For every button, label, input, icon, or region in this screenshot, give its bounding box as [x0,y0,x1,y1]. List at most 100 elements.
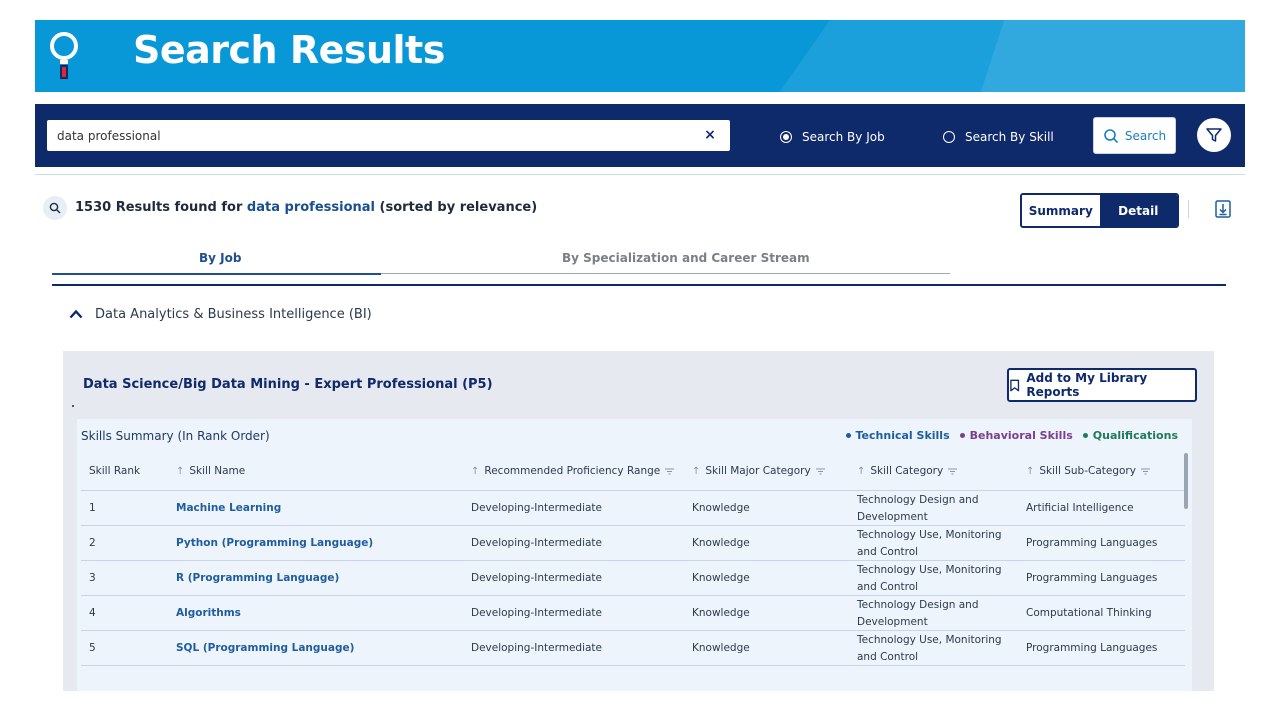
table-scrollbar[interactable] [1184,453,1188,509]
add-to-library-button[interactable]: Add to My Library Reports [1007,368,1197,402]
sort-arrow-icon[interactable]: ↑ [857,466,865,477]
search-by-job-label: Search By Job [802,130,885,144]
tab-by-specialization[interactable]: By Specialization and Career Stream [562,251,810,265]
header-proficiency[interactable]: ↑ Recommended Proficiency Range [471,465,681,477]
cell-skill-category: Technology Design and Development [857,493,979,523]
cell-skill-category: Technology Use, Monitoring and Control [857,563,1002,593]
search-by-skill-radio[interactable]: Search By Skill [943,130,1054,144]
bookmark-icon [1010,379,1020,391]
divider [1188,200,1189,218]
cell-rank: 3 [89,572,96,584]
table-row: 3 R (Programming Language) Developing-In… [81,561,1185,596]
sort-arrow-icon[interactable]: ↑ [1026,466,1034,477]
bulb-logo-icon [50,32,78,79]
results-query: data professional [246,200,375,215]
search-button-label: Search [1124,128,1167,143]
section-title: Data Analytics & Business Intelligence (… [95,306,372,322]
results-header: 1530 Results found for data professional… [43,193,1233,228]
cell-skill-name-link[interactable]: Machine Learning [176,491,456,526]
radio-icon[interactable] [780,131,792,143]
search-input-container: × [47,120,730,151]
cell-skill-name-link[interactable]: R (Programming Language) [176,561,456,596]
view-toggle: Summary Detail [1020,193,1179,228]
header-skill-name[interactable]: ↑ Skill Name [176,465,456,477]
tab-by-job[interactable]: By Job [199,251,241,265]
cell-proficiency: Developing-Intermediate [471,502,602,514]
download-icon[interactable] [1215,200,1231,218]
search-input[interactable] [57,120,677,151]
header-major-category[interactable]: ↑ Skill Major Category [692,465,852,477]
cell-skill-name-link[interactable]: Python (Programming Language) [176,526,456,561]
header-skill-sub-category[interactable]: ↑ Skill Sub-Category [1026,465,1186,477]
cell-sub-category: Artificial Intelligence [1026,502,1134,514]
cell-rank: 1 [89,502,96,514]
sort-arrow-icon[interactable]: ↑ [471,466,479,477]
column-filter-icon[interactable] [815,468,825,475]
column-filter-icon[interactable] [948,468,958,475]
skills-table: Skill Rank ↑ Skill Name ↑ Recommended Prof… [81,453,1185,666]
cell-skill-category: Technology Use, Monitoring and Control [857,528,1002,558]
results-count: 1530 Results found for data professional… [75,200,537,215]
table-row: 2 Python (Programming Language) Developi… [81,526,1185,561]
section-header[interactable]: Data Analytics & Business Intelligence (… [69,304,372,324]
search-bar: × Search By Job Search By Skill Search [35,104,1245,167]
result-tabs: By Job By Specialization and Career Stre… [52,246,950,275]
page-title: Search Results [133,28,445,72]
cell-major-category: Knowledge [692,537,750,549]
header-label: Skill Major Category [705,465,811,477]
search-icon [1104,128,1118,143]
banner-decoration [980,20,1245,92]
sort-arrow-icon[interactable]: ↑ [692,466,700,477]
cell-skill-name-link[interactable]: Algorithms [176,596,456,631]
search-icon [43,196,67,220]
cell-major-category: Knowledge [692,607,750,619]
radio-icon[interactable] [943,131,955,143]
cell-major-category: Knowledge [692,572,750,584]
legend-dot [959,433,965,438]
close-icon[interactable]: × [702,127,718,143]
column-filter-icon[interactable] [665,468,675,475]
divider [35,174,1245,175]
legend-qualifications-label: Qualifications [1092,429,1178,442]
skills-summary-panel: Skills Summary (In Rank Order) Technical… [77,419,1192,691]
search-button[interactable]: Search [1093,117,1176,154]
search-by-job-radio[interactable]: Search By Job [780,130,885,144]
table-header: Skill Rank ↑ Skill Name ↑ Recommended Prof… [81,453,1185,491]
results-sort-note: (sorted by relevance) [379,200,538,215]
sort-arrow-icon[interactable]: ↑ [176,466,184,477]
header-label: Recommended Proficiency Range [484,465,661,477]
job-title[interactable]: Data Science/Big Data Mining - Expert Pr… [83,377,493,392]
filter-button[interactable] [1197,118,1231,152]
legend-technical-label: Technical Skills [855,429,950,442]
header-skill-category[interactable]: ↑ Skill Category [857,465,1012,477]
cell-skill-category: Technology Design and Development [857,598,979,628]
header-label: Skill Sub-Category [1039,465,1136,477]
table-row: 4 Algorithms Developing-Intermediate Kno… [81,596,1185,631]
cell-rank: 2 [89,537,96,549]
chevron-up-icon[interactable] [69,309,83,319]
header-skill-rank[interactable]: Skill Rank [89,465,169,477]
legend-behavioral-label: Behavioral Skills [969,429,1073,442]
header-label: Skill Category [870,465,944,477]
legend-behavioral: Behavioral Skills [959,429,1073,442]
skills-legend: Technical Skills Behavioral Skills Quali… [845,429,1178,442]
cell-proficiency: Developing-Intermediate [471,537,602,549]
cell-rank: 4 [89,607,96,619]
cell-sub-category: Computational Thinking [1026,607,1152,619]
legend-technical: Technical Skills [845,429,950,442]
banner: Search Results [35,20,1245,92]
summary-toggle-button[interactable]: Summary [1022,195,1100,226]
table-row: 1 Machine Learning Developing-Intermedia… [81,491,1185,526]
legend-dot [1082,433,1088,438]
header-label: Skill Rank [89,465,141,477]
cell-skill-name-link[interactable]: SQL (Programming Language) [176,631,456,666]
cell-major-category: Knowledge [692,502,750,514]
results-count-text: 1530 Results found for [75,200,243,215]
job-card: Data Science/Big Data Mining - Expert Pr… [63,351,1214,691]
detail-toggle-button[interactable]: Detail [1099,195,1177,226]
add-to-library-label: Add to My Library Reports [1026,371,1148,399]
column-filter-icon[interactable] [1140,468,1150,475]
active-tab-indicator [52,273,381,275]
legend-qualifications: Qualifications [1082,429,1178,442]
cell-proficiency: Developing-Intermediate [471,572,602,584]
